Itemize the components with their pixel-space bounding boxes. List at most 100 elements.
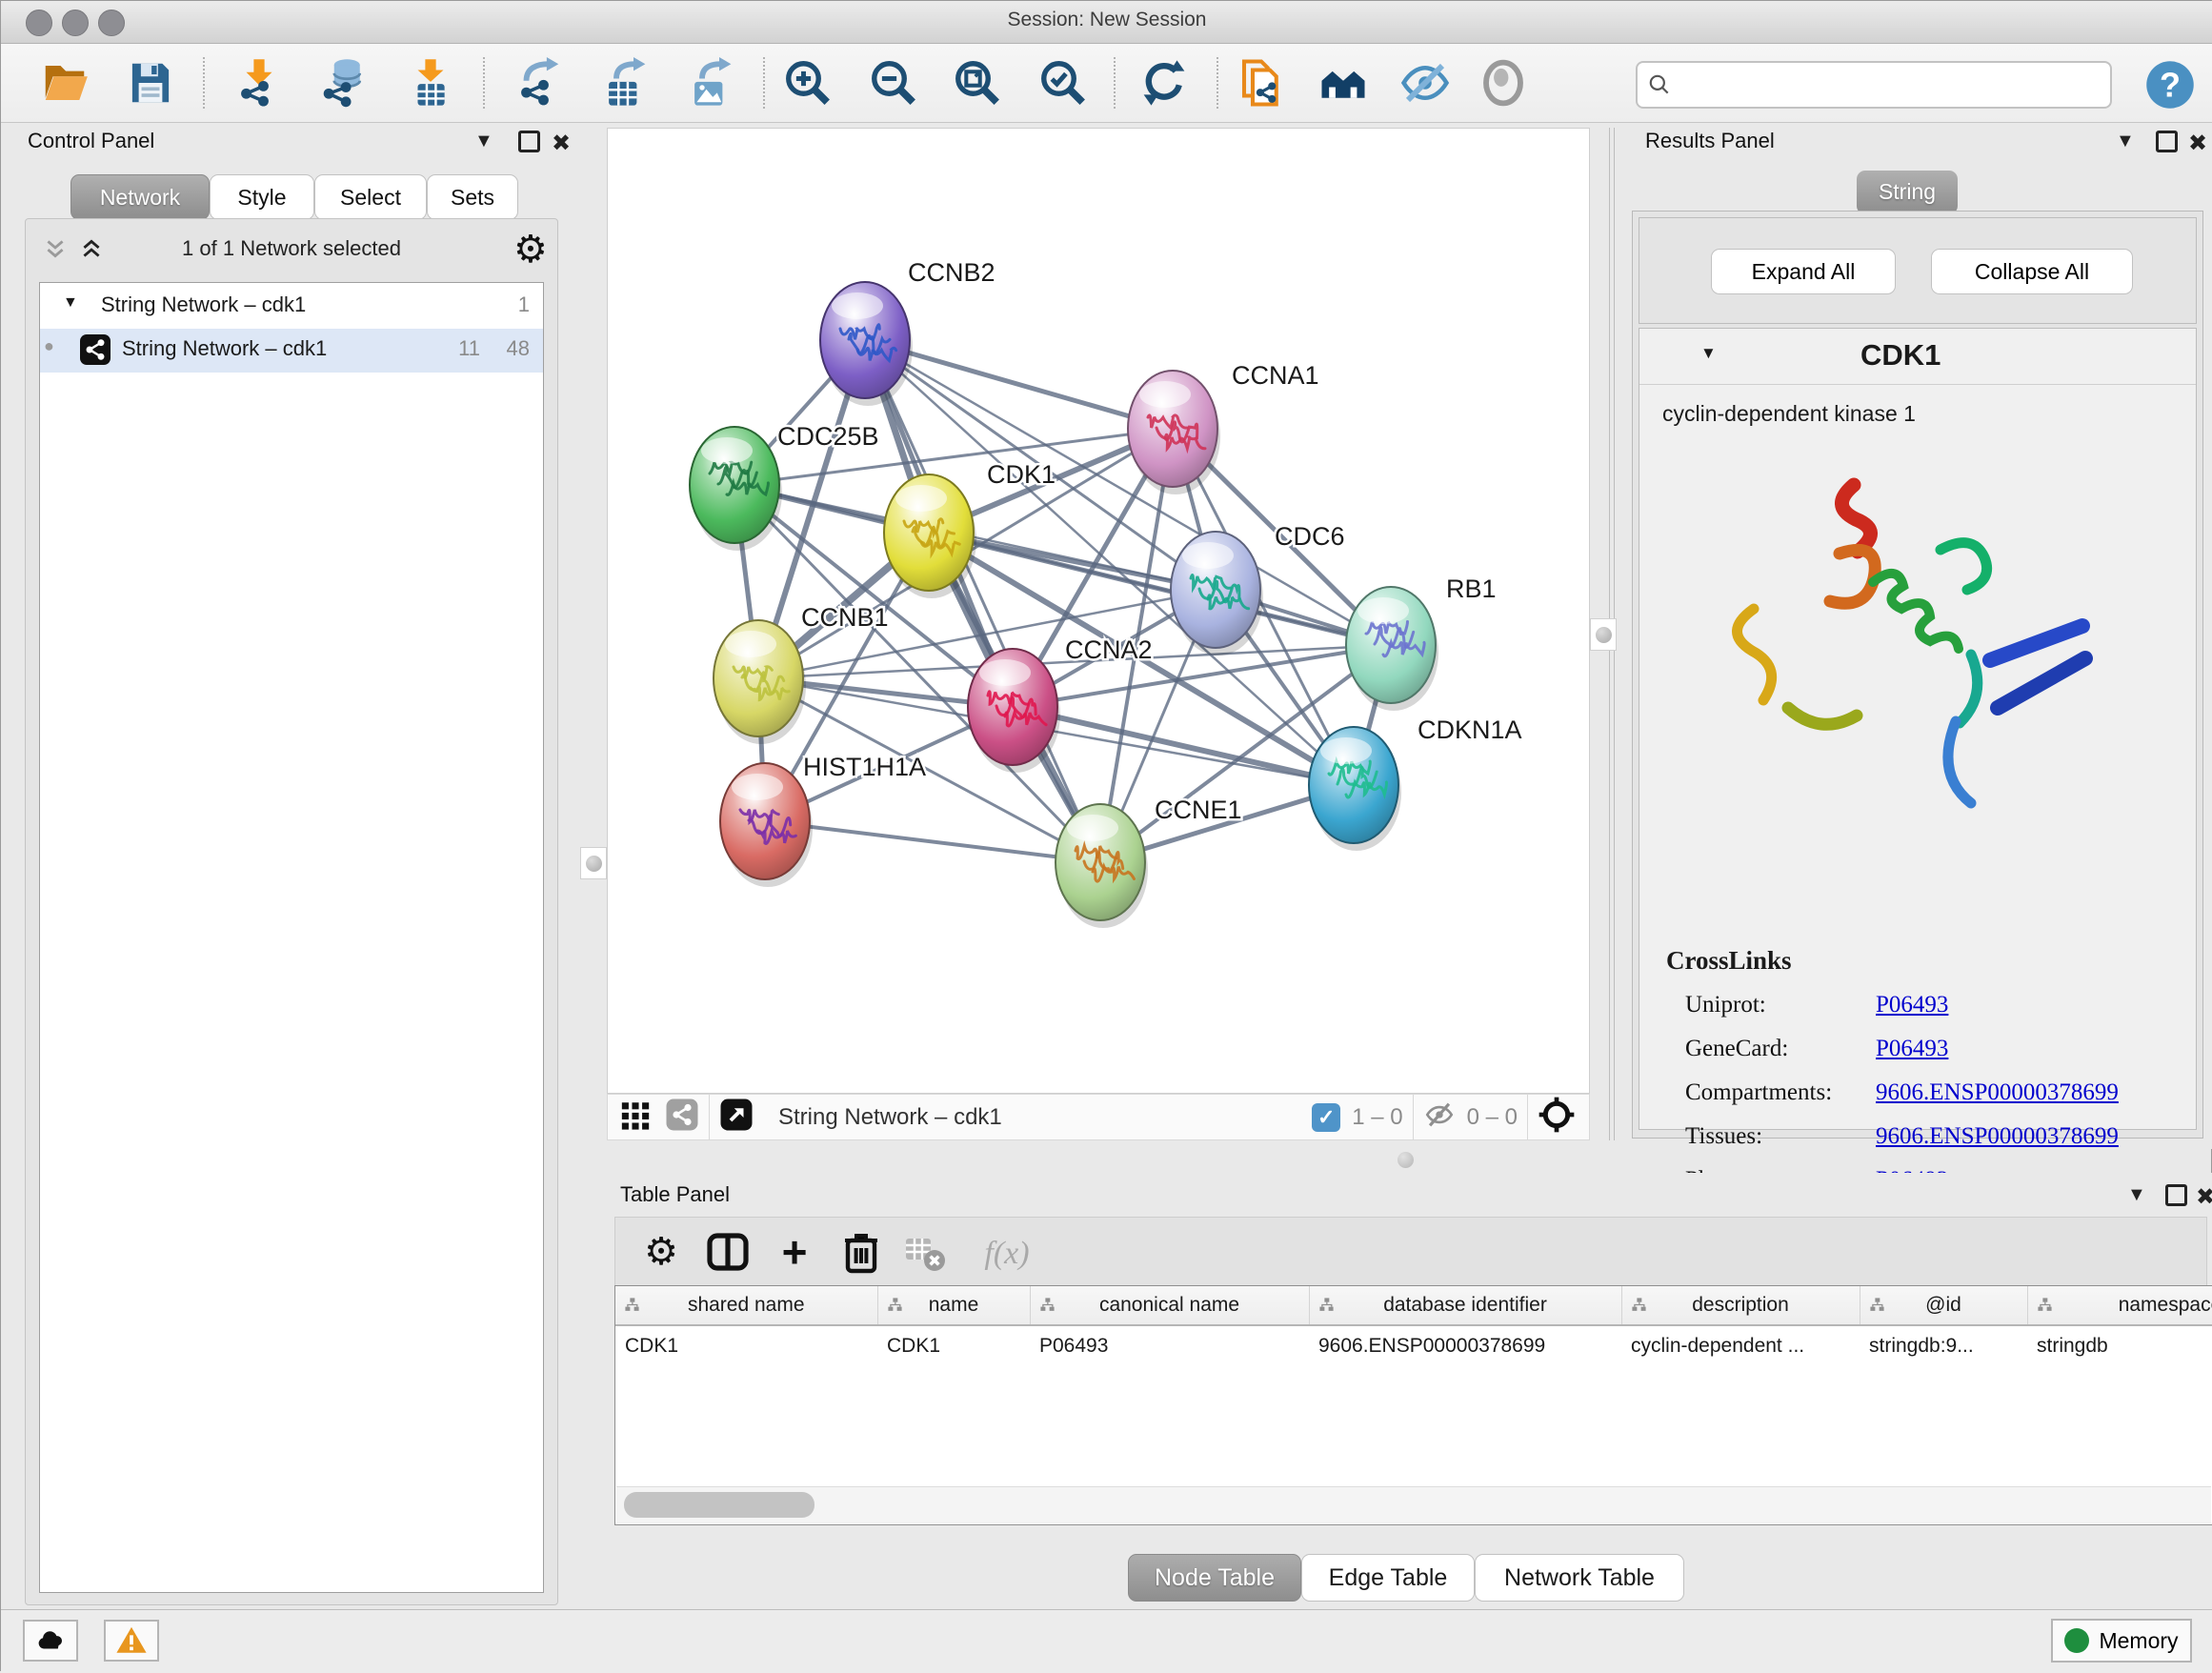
float-panel-icon[interactable]	[2156, 131, 2178, 158]
tab-style[interactable]: Style	[210, 174, 314, 220]
column-header-namespace[interactable]: namespace	[2027, 1286, 2212, 1325]
table-cell[interactable]: CDK1	[877, 1325, 1030, 1366]
edge-HIST1H1A-CCNE1[interactable]	[765, 821, 1100, 862]
table-options-gear-icon[interactable]: ⚙	[634, 1225, 688, 1279]
zoom-in-button[interactable]	[780, 55, 835, 111]
open-in-browser-icon[interactable]	[719, 1098, 754, 1138]
edge-CCNA2-CDKN1A[interactable]	[1013, 707, 1354, 785]
network-collection-row[interactable]: ▼ String Network – cdk1 1	[40, 285, 543, 329]
export-table-button[interactable]	[597, 55, 653, 111]
refresh-view-button[interactable]	[1136, 55, 1192, 111]
expand-all-button[interactable]: Expand All	[1711, 249, 1896, 294]
node-CCNB2[interactable]: CCNB2	[820, 258, 995, 406]
table-row[interactable]: CDK1CDK1P064939606.ENSP00000378699cyclin…	[615, 1325, 2212, 1366]
crosslink-value-link[interactable]: P06493	[1876, 1036, 1948, 1062]
tab-node-table[interactable]: Node Table	[1128, 1554, 1301, 1602]
disclosure-triangle-icon[interactable]: ▼	[63, 294, 78, 312]
horizontal-scrollbar[interactable]	[616, 1486, 2211, 1523]
node-RB1[interactable]: RB1	[1346, 574, 1497, 711]
collapse-panel-icon[interactable]: ▼	[474, 131, 493, 152]
first-neighbors-button[interactable]	[1234, 55, 1289, 111]
collapse-panel-icon[interactable]: ▼	[2116, 131, 2135, 152]
crosslink-value-link[interactable]: 9606.ENSP00000378699	[1876, 1123, 2119, 1150]
help-button[interactable]: ?	[2142, 57, 2198, 112]
network-options-gear-icon[interactable]: ⚙	[513, 225, 548, 274]
zoom-selected-button[interactable]	[1036, 55, 1091, 111]
left-splitter-grip[interactable]	[580, 847, 607, 879]
table-cell[interactable]: stringdb	[2027, 1325, 2212, 1366]
toolbar-separator	[1217, 57, 1218, 109]
search-input[interactable]	[1679, 71, 2110, 98]
delete-column-trash-icon[interactable]	[835, 1225, 888, 1279]
node-CCNA1[interactable]: CCNA1	[1128, 361, 1319, 494]
column-header--id[interactable]: @id	[1860, 1286, 2027, 1325]
crosslink-value-link[interactable]: P06493	[1876, 992, 1948, 1018]
horizontal-splitter-grip[interactable]	[1398, 1152, 1414, 1168]
birds-eye-grid-icon[interactable]	[619, 1099, 652, 1137]
show-columns-icon[interactable]	[701, 1225, 754, 1279]
node-CCNA2[interactable]: CCNA2	[968, 635, 1153, 773]
close-panel-icon[interactable]: ✖	[552, 130, 571, 157]
table-panel-title: Table Panel	[620, 1182, 730, 1207]
table-cell[interactable]: P06493	[1030, 1325, 1309, 1366]
center-view-crosshair-icon[interactable]	[1538, 1096, 1576, 1139]
delete-table-icon[interactable]	[897, 1225, 951, 1279]
create-column-plus-icon[interactable]: +	[768, 1225, 821, 1279]
import-network-database-button[interactable]	[317, 55, 372, 111]
close-panel-icon[interactable]: ✖	[2196, 1183, 2212, 1211]
export-image-button[interactable]	[683, 55, 738, 111]
edge-CCNB2-CCNE1[interactable]	[865, 340, 1100, 862]
right-splitter-grip[interactable]	[1590, 618, 1617, 651]
collapse-all-button[interactable]: Collapse All	[1931, 249, 2133, 294]
node-section-header[interactable]: ▼ CDK1	[1639, 329, 2196, 385]
column-header-database-identifier[interactable]: database identifier	[1309, 1286, 1621, 1325]
close-panel-icon[interactable]: ✖	[2188, 130, 2207, 157]
table-cell[interactable]: stringdb:9...	[1860, 1325, 2027, 1366]
float-panel-icon[interactable]	[518, 131, 540, 158]
open-session-button[interactable]	[37, 55, 92, 111]
tab-network[interactable]: Network	[70, 174, 210, 220]
zoom-out-button[interactable]	[866, 55, 921, 111]
node-CDC6[interactable]: CDC6	[1171, 522, 1345, 655]
warning-status-button[interactable]	[104, 1620, 159, 1662]
memory-button[interactable]: Memory	[2051, 1619, 2192, 1663]
network-canvas[interactable]: CCNB2CCNA1CDC25BCDK1CDC6RB1CCNB1CCNA2CDK…	[607, 128, 1590, 1094]
network-graph[interactable]: CCNB2CCNA1CDC25BCDK1CDC6RB1CCNB1CCNA2CDK…	[608, 129, 1589, 1093]
export-network-button[interactable]	[512, 55, 567, 111]
table-cell[interactable]: 9606.ENSP00000378699	[1309, 1325, 1621, 1366]
node-HIST1H1A[interactable]: HIST1H1A	[720, 753, 926, 887]
node-CDKN1A[interactable]: CDKN1A	[1309, 716, 1522, 851]
node-CDC25B[interactable]: CDC25B	[690, 422, 879, 551]
function-builder-icon[interactable]: f(x)	[964, 1227, 1050, 1280]
column-header-description[interactable]: description	[1621, 1286, 1860, 1325]
houses-button[interactable]	[1316, 55, 1371, 111]
tab-network-table[interactable]: Network Table	[1475, 1554, 1684, 1602]
column-header-canonical-name[interactable]: canonical name	[1030, 1286, 1309, 1325]
tab-edge-table[interactable]: Edge Table	[1301, 1554, 1475, 1602]
save-session-button[interactable]	[123, 55, 178, 111]
node-CCNE1[interactable]: CCNE1	[1056, 796, 1242, 928]
float-panel-icon[interactable]	[2165, 1184, 2187, 1212]
cloud-status-button[interactable]	[23, 1620, 78, 1662]
import-table-file-button[interactable]	[403, 55, 458, 111]
collapse-panel-icon[interactable]: ▼	[2127, 1184, 2146, 1206]
column-header-shared-name[interactable]: shared name	[615, 1286, 877, 1325]
string-share-icon[interactable]	[665, 1098, 699, 1138]
tab-string[interactable]: String	[1857, 171, 1958, 214]
inspect-button[interactable]	[1476, 55, 1531, 111]
disclosure-triangle-icon[interactable]: ▼	[1700, 344, 1717, 363]
hidden-eye-icon[interactable]	[1423, 1099, 1456, 1136]
show-hide-graphics-button[interactable]	[1398, 55, 1453, 111]
selected-checkbox-icon[interactable]: ✓	[1312, 1103, 1340, 1132]
table-cell[interactable]: cyclin-dependent ...	[1621, 1325, 1860, 1366]
network-row[interactable]: ● String Network – cdk1 11 48	[40, 329, 543, 373]
table-cell[interactable]: CDK1	[615, 1325, 877, 1366]
tab-select[interactable]: Select	[314, 174, 427, 220]
tab-sets[interactable]: Sets	[427, 174, 518, 220]
zoom-fit-button[interactable]	[950, 55, 1005, 111]
column-header-name[interactable]: name	[877, 1286, 1030, 1325]
crosslink-value-link[interactable]: 9606.ENSP00000378699	[1876, 1079, 2119, 1106]
node-CDK1[interactable]: CDK1	[884, 460, 1056, 598]
scrollbar-thumb[interactable]	[624, 1492, 814, 1518]
import-network-file-button[interactable]	[231, 55, 287, 111]
